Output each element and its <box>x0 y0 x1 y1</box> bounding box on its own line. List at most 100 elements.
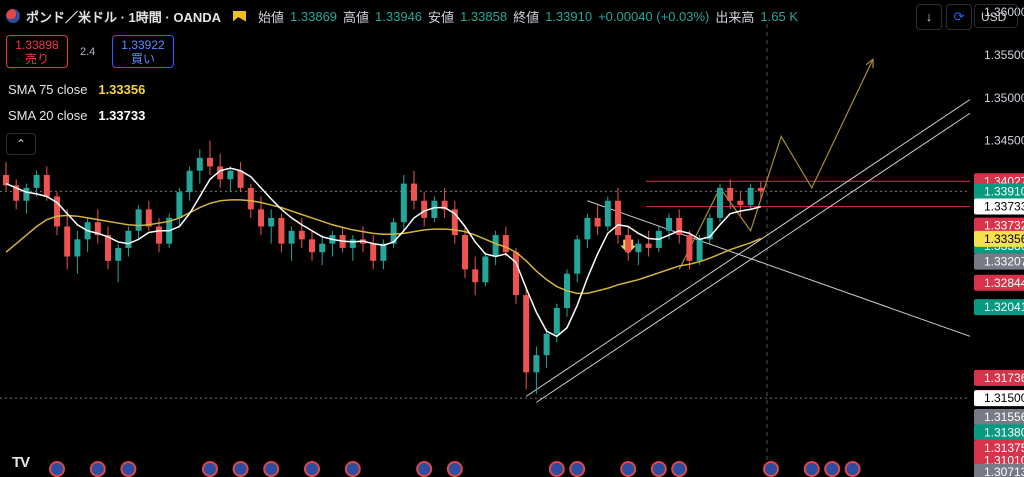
symbol-header: ポンド／米ドル · 1時間 · OANDA 始値 1.33869 高値 1.33… <box>6 6 798 26</box>
candle-body <box>370 243 377 261</box>
candle-body <box>696 239 703 261</box>
news-flag-icon[interactable] <box>49 461 65 477</box>
candle-body <box>594 217 601 227</box>
news-flag-icon[interactable] <box>89 461 106 477</box>
candle-body <box>156 226 162 244</box>
sell-label: 売り <box>24 52 49 66</box>
candle-body <box>196 157 203 171</box>
sma20-legend[interactable]: SMA 20 close 1.33733 <box>8 108 145 123</box>
candle-body <box>686 235 693 261</box>
news-flag-icon[interactable] <box>844 461 861 477</box>
candle-body <box>115 247 122 261</box>
sell-price: 1.33898 <box>15 38 59 52</box>
buy-price: 1.33922 <box>121 38 165 52</box>
sma20-value: 1.33733 <box>98 108 146 123</box>
news-flag-icon[interactable] <box>202 461 218 477</box>
candle-body <box>278 217 285 244</box>
candle-body <box>23 187 30 201</box>
price-label-text: 1.33356 <box>984 232 1024 246</box>
price-label-text: 1.33732 <box>984 219 1024 233</box>
sma75-value: 1.33356 <box>98 82 146 97</box>
candle-body <box>186 170 193 193</box>
candle-body <box>727 187 734 201</box>
news-flags[interactable] <box>49 461 861 477</box>
candle-body <box>400 183 407 223</box>
sync-button[interactable]: ⟳ <box>946 4 972 30</box>
news-flag-icon[interactable] <box>824 461 841 477</box>
chevron-up-icon: ⌃ <box>15 137 27 151</box>
candle-body <box>584 217 591 240</box>
gbp-usd-flag-icon <box>6 9 20 23</box>
bookmark-icon[interactable] <box>233 10 247 22</box>
price-tick-label: 1.35500 <box>984 48 1024 62</box>
buy-label: 買い <box>130 52 155 66</box>
chart-grid <box>0 24 970 462</box>
buy-button[interactable]: 1.33922 買い <box>112 35 174 68</box>
candle-body <box>298 230 305 240</box>
price-axis[interactable]: 1.360001.355001.350001.345001.340271.339… <box>974 5 1024 477</box>
candle-body <box>207 157 213 167</box>
candle-body <box>176 192 183 218</box>
volume-value: 1.65 K <box>760 8 798 24</box>
news-flag-icon[interactable] <box>548 461 565 477</box>
open-label: 始値 <box>258 9 285 25</box>
price-label-text: 1.31380 <box>984 425 1024 439</box>
news-flag-icon[interactable] <box>120 461 137 477</box>
news-flag-icon[interactable] <box>671 461 688 477</box>
tradingview-logo: TV <box>12 454 30 471</box>
scroll-down-button[interactable]: ↓ <box>916 4 942 30</box>
candle-body <box>431 200 438 218</box>
candle-body <box>472 269 479 283</box>
news-flag-icon[interactable] <box>232 461 249 477</box>
candle-body <box>227 170 234 180</box>
candle-body <box>513 252 519 296</box>
close-value: 1.33910 <box>545 8 593 24</box>
news-flag-icon[interactable] <box>344 461 361 477</box>
candle-body <box>492 235 499 257</box>
news-flag-icon[interactable] <box>620 461 637 477</box>
candle-body <box>237 170 244 188</box>
trend-channel-line <box>536 112 971 403</box>
news-flag-icon[interactable] <box>304 461 320 477</box>
candle-body <box>502 235 509 253</box>
candle-body <box>717 187 723 218</box>
news-flag-icon[interactable] <box>416 461 433 477</box>
symbol-title[interactable]: ポンド／米ドル · 1時間 · OANDA <box>26 7 221 26</box>
candle-body <box>462 235 468 270</box>
trend-channel-line <box>525 99 971 397</box>
currency-select[interactable]: USD <box>974 4 1018 28</box>
price-label-text: 1.31500 <box>984 391 1024 405</box>
candle-body <box>247 187 254 210</box>
candle-body <box>135 209 142 231</box>
news-flag-icon[interactable] <box>569 461 586 477</box>
candle-body <box>645 243 652 248</box>
candle-body <box>268 217 275 227</box>
open-value: 1.33869 <box>290 8 338 24</box>
price-label-text: 1.32041 <box>984 300 1024 314</box>
news-flag-icon[interactable] <box>763 461 779 477</box>
candle-body <box>349 239 356 248</box>
news-flag-icon[interactable] <box>650 461 667 477</box>
sell-button[interactable]: 1.33898 売り <box>6 35 68 68</box>
collapse-legend-button[interactable]: ⌃ <box>6 133 36 155</box>
news-flag-icon[interactable] <box>263 461 280 477</box>
price-label-text: 1.31556 <box>984 410 1024 424</box>
candle-body <box>574 239 581 274</box>
sma20-label: SMA 20 close <box>8 108 88 123</box>
change-value: +0.00040 (+0.03%) <box>598 8 710 24</box>
arrow-down-icon: ↓ <box>925 9 933 24</box>
descending-trend-line <box>587 200 971 337</box>
sma75-legend[interactable]: SMA 75 close 1.33356 <box>8 82 145 97</box>
volume-label: 出来高 <box>715 9 755 25</box>
candle-body <box>43 175 50 197</box>
news-flag-icon[interactable] <box>803 461 820 477</box>
price-label-text: 1.30713 <box>984 465 1024 477</box>
low-value: 1.33858 <box>460 8 508 24</box>
low-label: 安値 <box>428 9 455 25</box>
candles <box>3 140 764 394</box>
candle-body <box>604 200 611 227</box>
price-chart[interactable]: 1.360001.355001.350001.345001.340271.339… <box>0 0 1024 477</box>
candle-body <box>421 200 428 218</box>
candle-body <box>482 256 489 283</box>
news-flag-icon[interactable] <box>446 461 463 477</box>
